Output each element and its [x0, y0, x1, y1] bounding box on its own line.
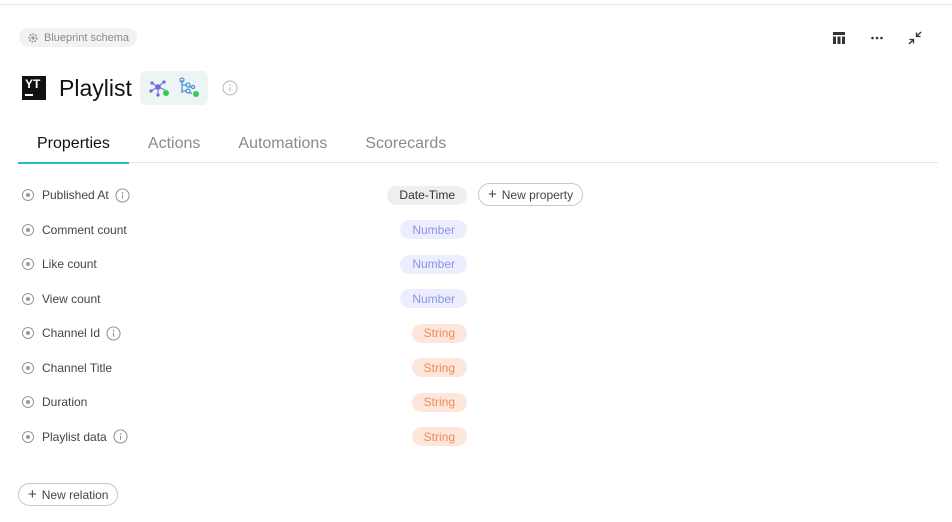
property-dot-icon — [22, 396, 34, 409]
chip-label: Blueprint schema — [44, 31, 129, 44]
property-name: Duration — [42, 395, 88, 410]
tab-label: Automations — [238, 134, 328, 152]
title-row: YT Playlist — [22, 70, 238, 106]
gear-icon — [28, 32, 38, 43]
type-badge: Date-Time — [387, 185, 467, 205]
info-icon[interactable] — [106, 326, 121, 341]
more-options-button[interactable] — [858, 28, 896, 48]
type-badge: String — [411, 358, 467, 378]
type-badge: Number — [400, 220, 467, 240]
info-icon[interactable] — [113, 429, 128, 444]
new-relation-button[interactable]: + New relation — [18, 483, 119, 506]
property-name: Channel Id — [42, 326, 101, 341]
property-dot-icon — [22, 327, 34, 340]
property-row[interactable]: Comment count Number — [22, 213, 602, 248]
tab-label: Actions — [147, 134, 201, 152]
graph-icon[interactable] — [147, 76, 171, 100]
divider — [0, 4, 952, 5]
youtube-logo-icon: YT — [22, 76, 46, 100]
type-badge: String — [411, 323, 467, 343]
property-dot-icon — [22, 430, 34, 443]
tab-label: Scorecards — [365, 134, 447, 152]
type-badge: Number — [400, 254, 467, 274]
type-badge: String — [411, 392, 467, 412]
property-name: Published At — [42, 188, 109, 203]
type-badge: String — [411, 427, 467, 447]
collapse-button[interactable] — [896, 28, 934, 48]
new-property-button[interactable]: + New property — [478, 183, 584, 206]
tab-scorecards[interactable]: Scorecards — [346, 124, 465, 163]
tab-properties[interactable]: Properties — [18, 124, 129, 164]
blueprint-panel: Blueprint schema YT Playlist Properties … — [0, 0, 952, 522]
type-badge: Number — [400, 289, 467, 309]
plus-icon: + — [28, 485, 37, 503]
new-relation-label: New relation — [41, 487, 109, 502]
property-name: Like count — [42, 257, 97, 272]
new-property-label: New property — [501, 187, 574, 202]
blueprint-graph-buttons — [139, 71, 208, 105]
property-dot-icon — [22, 223, 34, 236]
property-name: View count — [42, 291, 101, 306]
blueprint-schema-chip[interactable]: Blueprint schema — [19, 28, 137, 47]
property-row[interactable]: Like count Number — [22, 247, 602, 282]
property-row[interactable]: Channel Title String — [22, 351, 602, 386]
top-actions — [820, 28, 934, 48]
property-dot-icon — [22, 361, 34, 374]
property-name: Playlist data — [42, 429, 107, 444]
more-icon — [871, 36, 883, 40]
info-icon[interactable] — [115, 188, 130, 203]
property-row[interactable]: Channel Id String — [22, 316, 602, 351]
property-row[interactable]: View count Number — [22, 282, 602, 317]
collapse-icon — [908, 31, 922, 45]
property-row[interactable]: Playlist data String — [22, 420, 602, 455]
tab-bar: Properties Actions Automations Scorecard… — [18, 124, 938, 164]
table-view-button[interactable] — [820, 28, 858, 48]
tab-automations[interactable]: Automations — [219, 124, 346, 163]
property-dot-icon — [22, 292, 34, 305]
hierarchy-icon[interactable] — [177, 76, 201, 100]
property-name: Channel Title — [42, 360, 113, 375]
tab-label: Properties — [37, 134, 110, 152]
tab-actions[interactable]: Actions — [129, 124, 219, 163]
property-name: Comment count — [42, 222, 127, 237]
page-title: Playlist — [59, 74, 132, 101]
properties-list: Published At Date-Time Comment count Num… — [22, 178, 602, 454]
property-row[interactable]: Duration String — [22, 385, 602, 420]
info-icon[interactable] — [222, 80, 238, 96]
property-dot-icon — [22, 189, 34, 202]
plus-icon: + — [488, 185, 497, 203]
table-icon — [833, 32, 845, 44]
logo-text: YT — [25, 77, 41, 91]
property-dot-icon — [22, 258, 34, 271]
